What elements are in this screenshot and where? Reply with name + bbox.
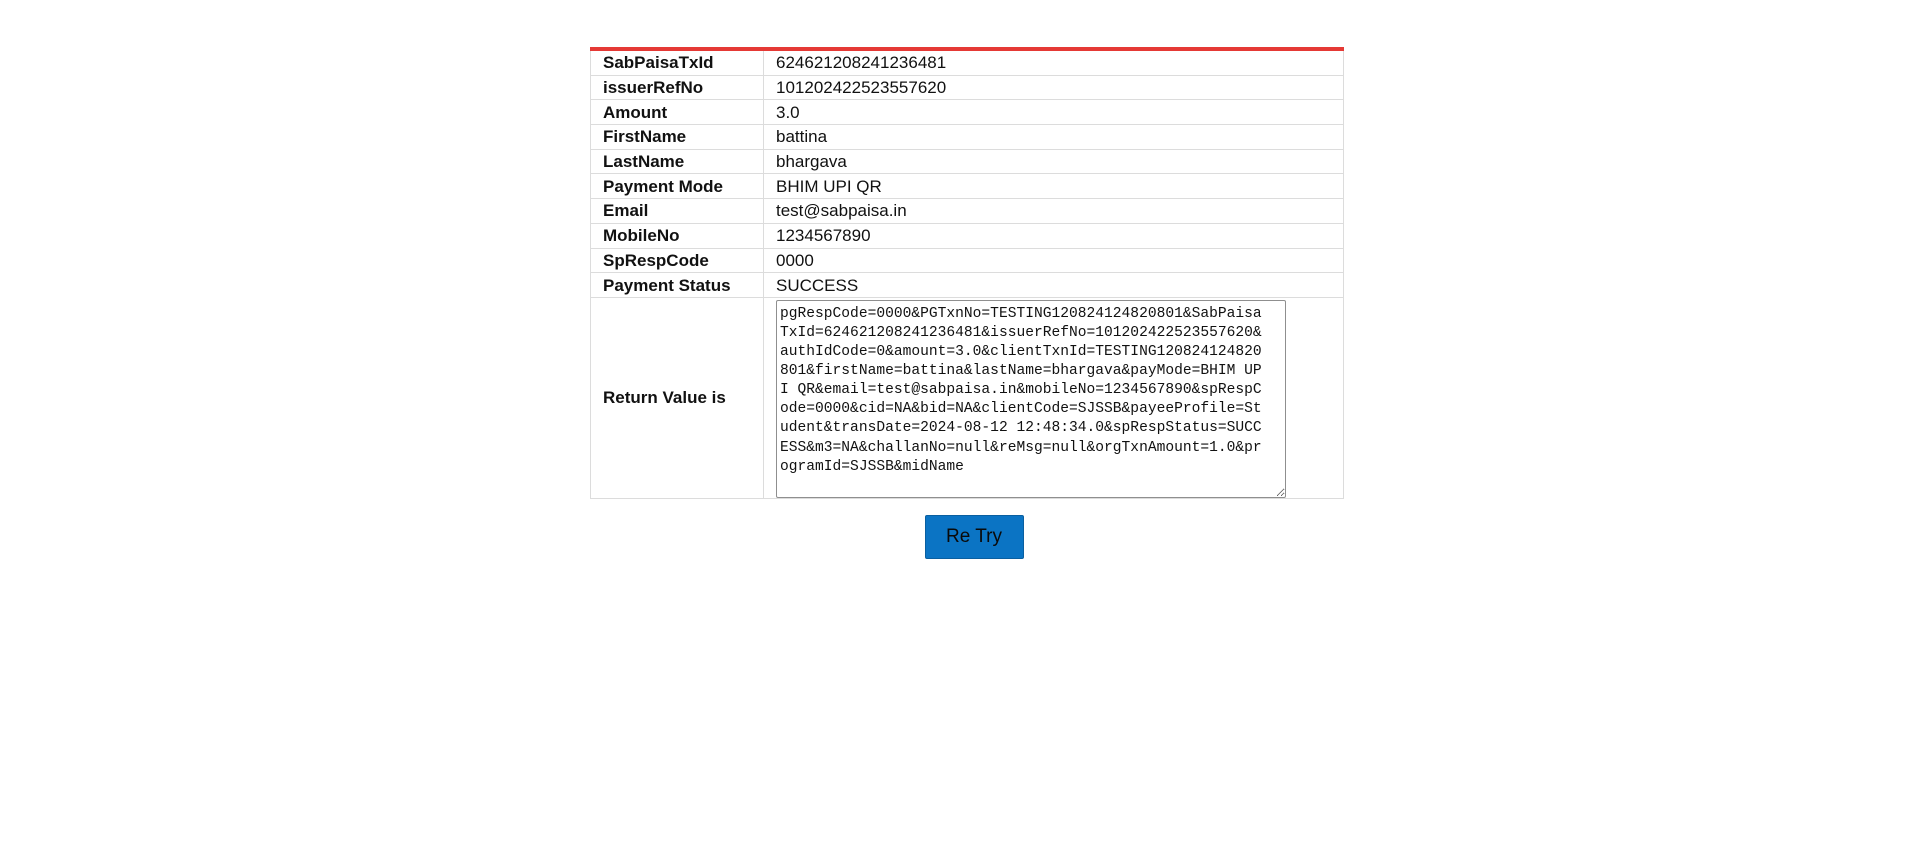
return-value-label: Return Value is (590, 296, 764, 499)
retry-button[interactable]: Re Try (924, 514, 1024, 559)
row-label: Email (590, 198, 764, 224)
table-row: issuerRefNo 101202422523557620 (590, 74, 1344, 101)
table-row: MobileNo 1234567890 (590, 222, 1344, 249)
table-row: FirstName battina (590, 124, 1344, 150)
return-value-cell: pgRespCode=0000&PGTxnNo=TESTING120824124… (763, 296, 1344, 499)
row-value: 624621208241236481 (763, 48, 1344, 76)
row-value: test@sabpaisa.in (763, 198, 1344, 224)
row-value: bhargava (763, 148, 1344, 175)
row-value: 1234567890 (763, 222, 1344, 249)
row-value: 3.0 (763, 99, 1344, 126)
return-value-row: Return Value is pgRespCode=0000&PGTxnNo=… (590, 296, 1344, 499)
table-row: Payment Mode BHIM UPI QR (590, 173, 1344, 200)
button-row: Re Try (590, 514, 1344, 559)
row-label: SabPaisaTxId (590, 48, 764, 76)
row-label: Amount (590, 99, 764, 126)
row-label: SpRespCode (590, 247, 764, 274)
table-row: Email test@sabpaisa.in (590, 198, 1344, 224)
row-label: Payment Status (590, 272, 764, 298)
row-value: 101202422523557620 (763, 74, 1344, 101)
row-label: Payment Mode (590, 173, 764, 200)
transaction-result: SabPaisaTxId 624621208241236481 issuerRe… (590, 47, 1344, 559)
row-label: LastName (590, 148, 764, 175)
table-row: Amount 3.0 (590, 99, 1344, 126)
transaction-details-table: SabPaisaTxId 624621208241236481 issuerRe… (590, 47, 1344, 499)
table-row: LastName bhargava (590, 148, 1344, 175)
table-row: SpRespCode 0000 (590, 247, 1344, 274)
return-value-textarea[interactable]: pgRespCode=0000&PGTxnNo=TESTING120824124… (776, 299, 1286, 498)
table-row: Payment Status SUCCESS (590, 272, 1344, 298)
row-label: issuerRefNo (590, 74, 764, 101)
row-value: BHIM UPI QR (763, 173, 1344, 200)
row-label: FirstName (590, 124, 764, 150)
table-row: SabPaisaTxId 624621208241236481 (590, 48, 1344, 76)
row-value: battina (763, 124, 1344, 150)
row-label: MobileNo (590, 222, 764, 249)
row-value: 0000 (763, 247, 1344, 274)
row-value: SUCCESS (763, 272, 1344, 298)
